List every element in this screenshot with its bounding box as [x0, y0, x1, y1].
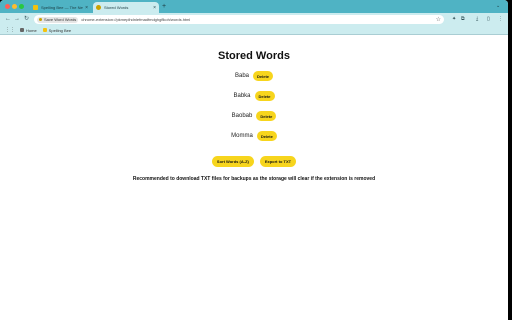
back-arrow-icon[interactable]: ←: [5, 16, 11, 23]
delete-button[interactable]: Delete: [256, 111, 277, 121]
close-window-button[interactable]: [5, 4, 10, 9]
close-tab-icon[interactable]: ×: [153, 5, 156, 11]
word-row: Baobab Delete: [0, 111, 508, 121]
menu-kebab-icon[interactable]: ⋮: [498, 16, 503, 23]
maximize-window-button[interactable]: [19, 4, 24, 9]
extension-chip[interactable]: Save Word Words: [37, 16, 79, 23]
bookmark-label: Spelling Bee: [48, 27, 72, 33]
bee-icon: [42, 28, 47, 32]
bookmark-home[interactable]: Home: [20, 28, 37, 33]
tab-search-icon[interactable]: ⌄: [496, 3, 500, 9]
word-text: Momma: [231, 133, 253, 139]
bookmark-label: Home: [26, 27, 37, 33]
forward-arrow-icon[interactable]: →: [14, 16, 20, 23]
browser-window: Spelling Bee — The New York Times × Stor…: [0, 0, 508, 320]
word-text: Baba: [234, 73, 249, 79]
url-text[interactable]: chrome-extension://pkmeplhdnlefmadfmdghg…: [81, 17, 435, 22]
word-row: Babka Delete: [0, 91, 508, 101]
bookmark-spelling-bee[interactable]: Spelling Bee: [42, 27, 72, 33]
new-tab-button[interactable]: +: [162, 2, 166, 11]
extension-puzzle-icon[interactable]: ✦: [452, 16, 456, 23]
backup-note: Recommended to download TXT files for ba…: [132, 176, 376, 182]
tab-label: Stored Words: [104, 5, 129, 10]
download-icon[interactable]: ⤓: [476, 16, 478, 23]
toolbar: ← → ↻ Save Word Words chrome-extension:/…: [0, 13, 508, 26]
tab-spelling-bee[interactable]: Spelling Bee — The New York Times ×: [30, 2, 91, 13]
tab-stored-words[interactable]: Stored Words ×: [93, 2, 159, 13]
page-content: Stored Words Baba Delete Babka Delete Ba…: [0, 36, 508, 320]
word-text: Baobab: [231, 113, 253, 119]
minimize-window-button[interactable]: [12, 4, 17, 9]
delete-button[interactable]: Delete: [254, 91, 275, 101]
screen-edge: [508, 0, 512, 320]
address-bar[interactable]: Save Word Words chrome-extension://pkmep…: [34, 15, 444, 24]
extensions-icon[interactable]: ⧉: [461, 16, 465, 23]
tab-label: Spelling Bee — The New York Times: [41, 5, 83, 10]
home-icon: [20, 28, 24, 32]
close-tab-icon[interactable]: ×: [85, 5, 88, 11]
reload-icon[interactable]: ↻: [24, 16, 29, 23]
sort-words-button[interactable]: Sort Words (A-Z): [211, 156, 254, 167]
spelling-bee-favicon-icon: [33, 5, 38, 10]
extension-icon: [39, 18, 42, 21]
delete-button[interactable]: Delete: [253, 71, 274, 81]
delete-button[interactable]: Delete: [256, 131, 277, 141]
extension-favicon-icon: [96, 5, 101, 10]
apps-grid-icon[interactable]: ⋮⋮: [5, 27, 15, 33]
sidepanel-icon[interactable]: ▯: [487, 16, 490, 23]
export-txt-button[interactable]: Export to TXT: [259, 156, 297, 167]
page-title: Stored Words: [218, 50, 290, 62]
extension-chip-label: Save Word Words: [44, 17, 77, 22]
word-row: Momma Delete: [0, 131, 508, 141]
word-text: Babka: [233, 93, 251, 99]
bookmarks-bar: ⋮⋮ Home Spelling Bee: [0, 26, 508, 35]
action-buttons: Sort Words (A-Z) Export to TXT: [0, 156, 508, 167]
tab-strip: Spelling Bee — The New York Times × Stor…: [0, 0, 508, 13]
bookmark-star-icon[interactable]: ☆: [436, 16, 441, 23]
word-row: Baba Delete: [0, 71, 508, 81]
